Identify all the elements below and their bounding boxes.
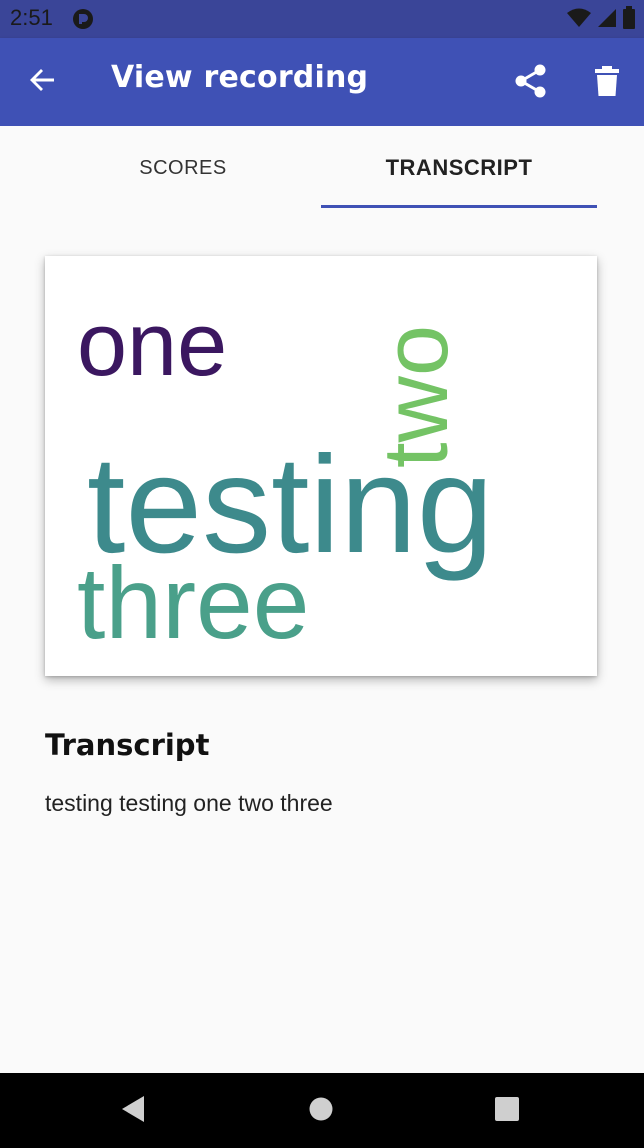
word-cloud-word-three: three: [77, 546, 310, 660]
transcript-heading: Transcript: [45, 728, 210, 762]
transcript-text: testing testing one two three: [45, 790, 333, 816]
screen: 2:51 View recording SCORES TRANSCRIPT on…: [0, 0, 644, 1148]
nav-home-button[interactable]: [301, 1091, 341, 1131]
word-cloud-word-one: one: [77, 295, 227, 395]
nav-back-button[interactable]: [113, 1091, 153, 1131]
status-time: 2:51: [10, 5, 53, 30]
system-nav-bar: [0, 1073, 644, 1148]
nav-recents-button[interactable]: [487, 1091, 527, 1131]
nav-recents-icon: [494, 1096, 520, 1126]
word-cloud-image: one two testing three: [61, 272, 581, 662]
tab-bar: SCORES TRANSCRIPT: [0, 126, 644, 210]
wifi-icon: [566, 7, 592, 33]
battery-icon: [622, 6, 636, 34]
tab-indicator: [321, 205, 597, 208]
share-icon: [515, 64, 547, 102]
back-button[interactable]: [18, 60, 66, 104]
arrow-back-icon: [28, 66, 56, 98]
status-bar: 2:51: [0, 0, 644, 38]
nav-back-icon: [120, 1095, 146, 1127]
app-bar: View recording: [0, 38, 644, 126]
tab-transcript[interactable]: TRANSCRIPT: [321, 126, 597, 210]
share-button[interactable]: [508, 60, 554, 106]
nav-home-icon: [308, 1096, 334, 1126]
status-icons: [566, 6, 636, 34]
app-notification-icon: [72, 8, 94, 34]
signal-icon: [596, 7, 618, 33]
page-title: View recording: [111, 60, 369, 95]
tab-scores[interactable]: SCORES: [45, 126, 321, 210]
trash-icon: [595, 66, 619, 100]
delete-button[interactable]: [584, 60, 630, 106]
word-cloud-card: one two testing three: [45, 256, 597, 676]
